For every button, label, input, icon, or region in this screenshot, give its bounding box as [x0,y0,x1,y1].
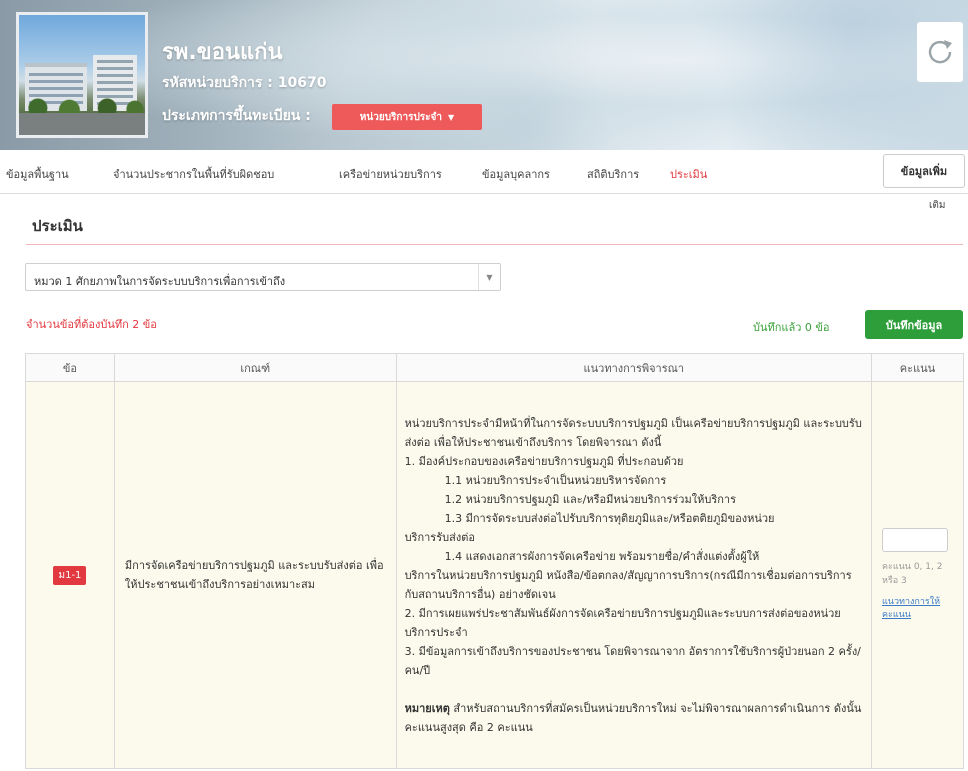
guide-point-1-3: 1.3 มีการจัดระบบส่งต่อไปรับบริการทุติยภู… [444,511,775,525]
saved-count-text: บันทึกแล้ว 0 ข้อ [753,321,830,334]
score-cell: คะแนน 0, 1, 2 หรือ 3 แนวทางการให้คะแนน [871,381,964,769]
tab-evaluation[interactable]: ประเมิน [670,165,707,183]
caret-down-icon: ▼ [448,112,455,122]
hospital-name: รพ.ขอนแก่น [162,40,283,65]
guide-point-1: 1. มีองค์ประกอบของเครือข่ายบริการปฐมภูมิ… [404,454,684,468]
score-input[interactable] [882,528,948,552]
item-no-badge: ม1-1 [53,565,87,585]
table-header-row: ข้อ เกณฑ์ แนวทางการพิจารณา คะแนน [25,353,964,382]
registration-type-value: หน่วยบริการประจำ [359,111,443,123]
header-criterion: เกณฑ์ [113,353,397,382]
header-guideline: แนวทางการพิจารณา [395,353,873,382]
nav-tabs: ข้อมูลพื้นฐาน จำนวนประชากรในพื้นที่รับผิ… [0,150,968,194]
refresh-button[interactable] [917,22,963,82]
registration-type-dropdown[interactable]: หน่วยบริการประจำ ▼ [332,104,482,130]
tab-basic-info[interactable]: ข้อมูลพื้นฐาน [6,165,69,183]
criterion-cell: มีการจัดเครือข่ายบริการปฐมภูมิ และระบบรั… [113,381,397,769]
refresh-icon [928,40,952,64]
header-score: คะแนน [871,353,964,382]
guide-point-1-1: 1.1 หน่วยบริการประจำเป็นหน่วยบริหารจัดกา… [444,473,667,487]
criterion-text: มีการจัดเครือข่ายบริการปฐมภูมิ และระบบรั… [124,559,384,591]
score-hint: คะแนน 0, 1, 2 หรือ 3 [882,562,943,586]
chevron-down-icon: ▼ [478,264,500,290]
save-button[interactable]: บันทึกข้อมูล [865,310,963,339]
tab-population[interactable]: จำนวนประชากรในพื้นที่รับผิดชอบ [113,165,274,183]
header-item-no: ข้อ [25,353,115,382]
tab-service-network[interactable]: เครือข่ายหน่วยบริการ [339,165,442,183]
tab-personnel[interactable]: ข้อมูลบุคลากร [482,165,550,183]
table-row: ม1-1 มีการจัดเครือข่ายบริการปฐมภูมิ และร… [25,381,964,769]
more-info-button[interactable]: ข้อมูลเพิ่ม [883,154,965,188]
guide-point-1-4: 1.4 แสดงเอกสารผังการจัดเครือข่าย พร้อมรา… [444,549,760,563]
guideline-cell: หน่วยบริการประจำมีหน้าที่ในการจัดระบบบริ… [395,381,873,769]
more-info-label: ข้อมูลเพิ่ม [900,165,948,178]
more-info-label-wrap: เติม [929,200,946,211]
evaluation-table: ข้อ เกณฑ์ แนวทางการพิจารณา คะแนน ม1-1 มี… [25,353,964,769]
guide-note: หมายเหตุ สำหรับสถานบริการที่สมัครเป็นหน่… [405,699,863,737]
registration-type-label: ประเภทการขึ้นทะเบียน : [162,108,311,124]
section-divider [26,244,963,245]
guide-point-1-4-cont: บริการในหน่วยบริการปฐมภูมิ หนังสือ/ข้อตก… [404,568,852,601]
guide-point-1-2: 1.2 หน่วยบริการปฐมภูมิ และ/หรือมีหน่วยบร… [444,492,736,506]
guide-point-3: 3. มีข้อมูลการเข้าถึงบริการของประชาชน โด… [404,644,861,677]
guide-point-1-3-cont: บริการรับส่งต่อ [404,530,475,544]
service-code: รหัสหน่วยบริการ : 10670 [162,75,327,91]
category-select[interactable]: หมวด 1 ศักยภาพในการจัดระบบบริการเพื่อการ… [25,263,501,291]
required-count-text: จำนวนข้อที่ต้องบันทึก 2 ข้อ [26,318,157,331]
guide-note-text: สำหรับสถานบริการที่สมัครเป็นหน่วยบริการใ… [404,701,862,734]
header-banner: รพ.ขอนแก่น รหัสหน่วยบริการ : 10670 ประเภ… [0,0,968,150]
save-button-label: บันทึกข้อมูล [885,318,943,332]
tab-service-stats[interactable]: สถิติบริการ [587,165,639,183]
guide-point-2: 2. มีการเผยแพร่ประชาสัมพันธ์ผังการจัดเคร… [404,606,841,639]
category-select-value: หมวด 1 ศักยภาพในการจัดระบบบริการเพื่อการ… [34,275,286,288]
item-no-cell: ม1-1 [25,381,115,769]
page-title: ประเมิน [32,217,83,235]
guide-note-label: หมายเหตุ [404,701,450,715]
hospital-photo [16,12,148,138]
score-guideline-link[interactable]: แนวทางการให้คะแนน [882,596,957,622]
guide-intro: หน่วยบริการประจำมีหน้าที่ในการจัดระบบบริ… [404,416,862,449]
